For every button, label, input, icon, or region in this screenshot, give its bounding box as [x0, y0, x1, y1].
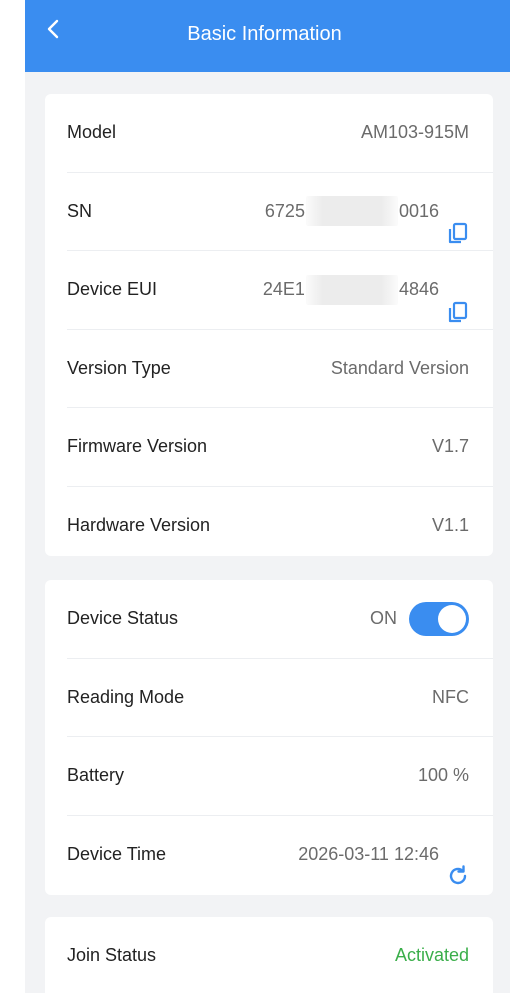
row-device-time: Device Time 2026-03-11 12:46: [67, 816, 493, 894]
row-join-status: Join Status Activated: [67, 917, 493, 993]
reading-mode-value: NFC: [432, 686, 469, 707]
device-time-value: 2026-03-11 12:46: [298, 816, 469, 894]
device-time-text: 2026-03-11 12:46: [298, 843, 439, 864]
copy-icon[interactable]: [447, 200, 469, 244]
model-label: Model: [67, 122, 117, 142]
firmware-version-value: V1.7: [431, 436, 469, 456]
device-eui-value: 24E1 4846: [263, 251, 469, 329]
device-status-toggle[interactable]: [409, 601, 469, 636]
model-value: AM103-915M: [360, 122, 469, 142]
reading-mode-label: Reading Mode: [67, 686, 185, 707]
row-sn: SN 6725 0016: [67, 173, 493, 251]
row-reading-mode: Reading Mode NFC: [67, 659, 493, 737]
row-device-eui: Device EUI 24E1 4846: [67, 251, 493, 330]
device-eui-redaction: [305, 274, 398, 305]
status-card: Device Status ON Reading Mode NFC Batter…: [45, 580, 493, 895]
toggle-knob: [438, 604, 466, 633]
join-status-label: Join Status: [67, 945, 157, 965]
row-device-status: Device Status ON: [67, 580, 493, 659]
join-card: Join Status Activated: [45, 917, 493, 993]
version-type-label: Version Type: [67, 357, 171, 378]
battery-value: 100 %: [417, 765, 469, 785]
device-status-label: Device Status: [67, 608, 179, 628]
row-model: Model AM103-915M: [67, 94, 493, 173]
copy-icon[interactable]: [447, 279, 469, 322]
device-eui-value-suffix: 4846: [398, 279, 439, 299]
sn-value: 6725 0016: [265, 173, 469, 251]
device-status-value: ON: [370, 580, 469, 658]
device-eui-value-prefix: 24E1: [262, 279, 305, 299]
refresh-icon[interactable]: [447, 843, 469, 885]
top-bar: Basic Information: [25, 0, 510, 72]
basic-info-card: Model AM103-915M SN 6725 0016 Device EUI…: [45, 94, 493, 556]
device-status-state: ON: [370, 608, 397, 628]
device-eui-label: Device EUI: [67, 279, 158, 299]
row-hardware-version: Hardware Version V1.1: [67, 487, 493, 565]
hardware-version-value: V1.1: [431, 514, 469, 535]
firmware-version-label: Firmware Version: [67, 436, 208, 456]
row-version-type: Version Type Standard Version: [67, 330, 493, 408]
join-status-value: Activated: [394, 945, 469, 965]
sn-value-suffix: 0016: [398, 200, 439, 221]
page-title: Basic Information: [187, 23, 342, 45]
sn-value-prefix: 6725: [264, 200, 305, 221]
sn-redaction: [305, 196, 398, 227]
version-type-value: Standard Version: [330, 357, 469, 378]
sn-label: SN: [67, 200, 93, 221]
row-battery: Battery 100 %: [67, 737, 493, 816]
hardware-version-label: Hardware Version: [67, 514, 211, 535]
device-time-label: Device Time: [67, 843, 167, 864]
row-firmware-version: Firmware Version V1.7: [67, 408, 493, 487]
screen: Basic Information Model AM103-915M SN 67…: [25, 0, 510, 993]
battery-label: Battery: [67, 765, 125, 785]
